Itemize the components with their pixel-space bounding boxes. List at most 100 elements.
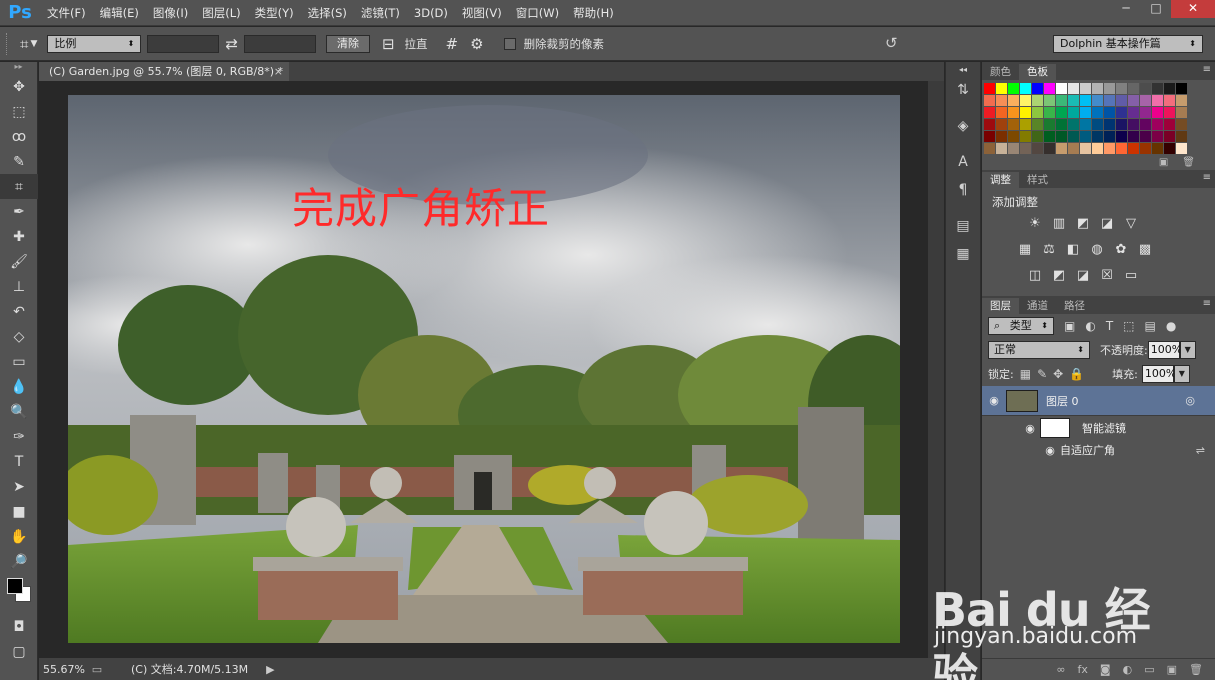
marquee-tool-icon[interactable]: ⬚ xyxy=(0,99,38,124)
swatch[interactable] xyxy=(1152,83,1163,94)
swatch[interactable] xyxy=(1140,119,1151,130)
swatch[interactable] xyxy=(1176,107,1187,118)
delete-cropped-checkbox[interactable] xyxy=(503,37,516,50)
close-button[interactable]: ✕ xyxy=(1171,0,1215,18)
paragraph-panel-icon[interactable]: ¶ xyxy=(946,176,980,204)
tool-preset-dropdown-icon[interactable]: ▼ xyxy=(30,39,37,49)
swatch[interactable] xyxy=(1068,131,1079,142)
swap-icon[interactable]: ⇄ xyxy=(225,35,238,53)
straighten-label[interactable]: 拉直 xyxy=(405,36,428,52)
lock-all-icon[interactable]: 🔒 xyxy=(1069,367,1084,381)
filter-adjustment-icon[interactable]: ◐ xyxy=(1085,319,1095,333)
move-tool-icon[interactable]: ✥ xyxy=(0,74,38,99)
swatch[interactable] xyxy=(1092,95,1103,106)
menu-image[interactable]: 图像(I) xyxy=(146,0,195,26)
width-input[interactable] xyxy=(147,34,220,53)
strip-collapse-icon[interactable]: ◂◂ xyxy=(946,62,980,76)
reset-icon[interactable]: ↺ xyxy=(885,34,898,52)
overlay-grid-icon[interactable]: # xyxy=(446,35,459,53)
swatch[interactable] xyxy=(1152,107,1163,118)
blend-mode-select[interactable]: 正常 ⬍ xyxy=(988,341,1090,359)
stamp-tool-icon[interactable]: ⊥ xyxy=(0,274,38,299)
link-layers-icon[interactable]: ∞ xyxy=(1056,663,1065,676)
quick-select-tool-icon[interactable]: ✎ xyxy=(0,149,38,174)
swatch[interactable] xyxy=(1020,143,1031,154)
swatch[interactable] xyxy=(1068,95,1079,106)
menu-window[interactable]: 窗口(W) xyxy=(509,0,566,26)
lock-brush-icon[interactable]: ✎ xyxy=(1037,367,1047,381)
fill-input[interactable]: 100% xyxy=(1141,365,1176,383)
menu-3d[interactable]: 3D(D) xyxy=(407,0,455,26)
swatch[interactable] xyxy=(1044,83,1055,94)
smart-filter-row[interactable]: ◉ 智能滤镜 xyxy=(982,416,1215,440)
color-balance-icon[interactable]: ⚖ xyxy=(1041,241,1057,257)
swatch[interactable] xyxy=(1128,83,1139,94)
channel-mixer-icon[interactable]: ✿ xyxy=(1113,241,1129,257)
swatch[interactable] xyxy=(1176,143,1187,154)
swatch[interactable] xyxy=(1140,131,1151,142)
zoom-tool-icon[interactable]: 🔎 xyxy=(0,549,38,574)
eyedropper-tool-icon[interactable]: ✒ xyxy=(0,199,38,224)
crop-tool-icon[interactable]: ⌗ xyxy=(20,35,28,53)
swatch[interactable] xyxy=(1152,143,1163,154)
swatch[interactable] xyxy=(1008,131,1019,142)
swatch[interactable] xyxy=(984,83,995,94)
filter-item-row[interactable]: ◉ 自适应广角 ⇌ xyxy=(982,440,1215,460)
selective-color-icon[interactable]: ☒ xyxy=(1099,267,1115,283)
swatch[interactable] xyxy=(996,143,1007,154)
swatch[interactable] xyxy=(1104,143,1115,154)
tab-adjustments[interactable]: 调整 xyxy=(982,172,1019,188)
document-tab[interactable]: (C) Garden.jpg @ 55.7% (图层 0, RGB/8*) * … xyxy=(39,62,289,81)
swatch[interactable] xyxy=(1164,143,1175,154)
swatch[interactable] xyxy=(996,131,1007,142)
swatch[interactable] xyxy=(984,143,995,154)
swatch[interactable] xyxy=(984,131,995,142)
swatch[interactable] xyxy=(1140,83,1151,94)
blending-options-icon[interactable]: ⇌ xyxy=(1196,444,1205,457)
swatch[interactable] xyxy=(1104,119,1115,130)
swatch[interactable] xyxy=(1116,119,1127,130)
swatch[interactable] xyxy=(996,83,1007,94)
crop-tool-icon[interactable]: ⌗ xyxy=(0,174,38,199)
layer-name[interactable]: 图层 0 xyxy=(1046,393,1079,409)
curves-icon[interactable]: ◩ xyxy=(1075,215,1091,231)
swatch[interactable] xyxy=(1128,143,1139,154)
swatch[interactable] xyxy=(1008,143,1019,154)
threshold-icon[interactable]: ◪ xyxy=(1075,267,1091,283)
swatch[interactable] xyxy=(1020,119,1031,130)
swatch[interactable] xyxy=(1176,131,1187,142)
history-panel-icon[interactable]: ⇅ xyxy=(946,76,980,104)
swatch[interactable] xyxy=(1092,119,1103,130)
swatch[interactable] xyxy=(1044,95,1055,106)
swatch[interactable] xyxy=(1176,83,1187,94)
swatch[interactable] xyxy=(1104,131,1115,142)
swatch[interactable] xyxy=(1092,107,1103,118)
tab-styles[interactable]: 样式 xyxy=(1019,172,1056,188)
color-lookup-icon[interactable]: ▩ xyxy=(1137,241,1153,257)
panel-menu-icon[interactable]: ≡ xyxy=(1203,298,1211,309)
minimize-button[interactable]: ─ xyxy=(1111,0,1141,18)
levels-icon[interactable]: ▥ xyxy=(1051,215,1067,231)
dodge-tool-icon[interactable]: 🔍 xyxy=(0,399,38,424)
swatch[interactable] xyxy=(1140,107,1151,118)
swatch[interactable] xyxy=(1080,95,1091,106)
swatch[interactable] xyxy=(1056,119,1067,130)
black-white-icon[interactable]: ◧ xyxy=(1065,241,1081,257)
swatch[interactable] xyxy=(1164,83,1175,94)
character-panel-icon[interactable]: A xyxy=(946,148,980,176)
garden-photo[interactable]: 完成广角矫正 xyxy=(68,95,900,643)
swatch[interactable] xyxy=(984,107,995,118)
ratio-select[interactable]: 比例 ⬍ xyxy=(47,34,142,53)
swatch[interactable] xyxy=(1164,107,1175,118)
3d-panel-icon[interactable]: ◈ xyxy=(946,112,980,140)
swatch[interactable] xyxy=(1008,107,1019,118)
path-select-tool-icon[interactable]: ➤ xyxy=(0,474,38,499)
swatch[interactable] xyxy=(1128,107,1139,118)
swatch[interactable] xyxy=(1032,131,1043,142)
swatch[interactable] xyxy=(1056,83,1067,94)
swatch[interactable] xyxy=(1020,107,1031,118)
swatch[interactable] xyxy=(1032,119,1043,130)
swatch[interactable] xyxy=(1068,107,1079,118)
swatch[interactable] xyxy=(1176,95,1187,106)
lock-move-icon[interactable]: ✥ xyxy=(1053,367,1063,381)
